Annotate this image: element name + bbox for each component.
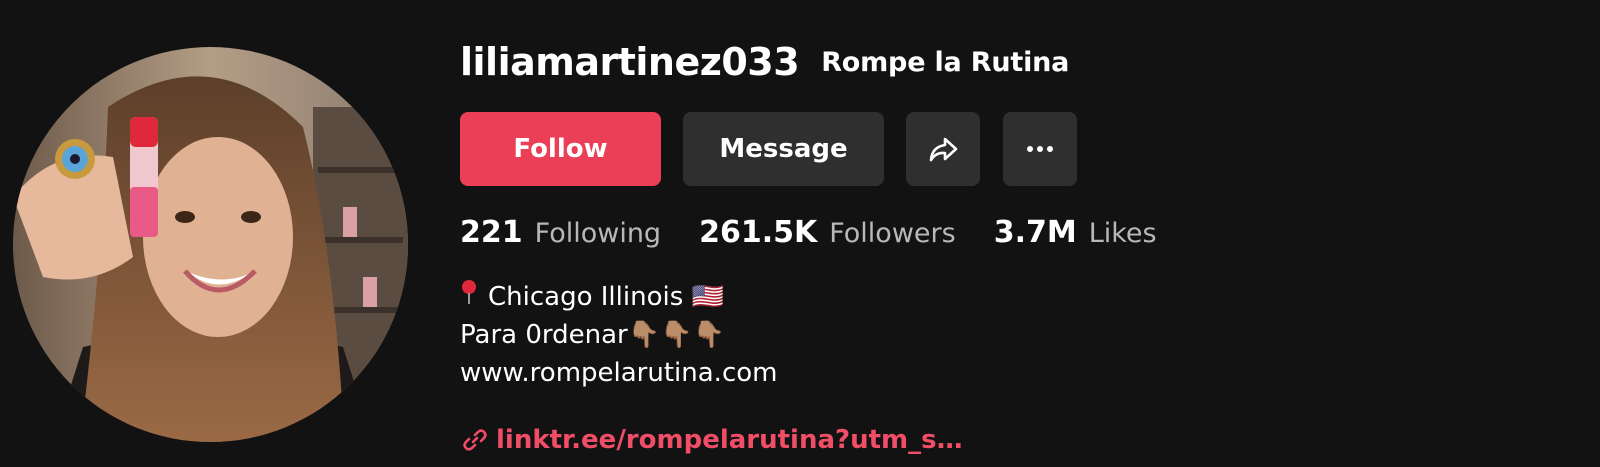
following-label: Following — [534, 217, 662, 249]
bio: Chicago Illinois 🇺🇸 Para 0rdenar👇🏽👇🏽👇🏽 w… — [460, 278, 777, 392]
share-arrow-icon — [929, 137, 958, 162]
followers-stat[interactable]: 261.5K Followers — [699, 215, 956, 250]
followers-count: 261.5K — [699, 214, 818, 250]
following-count: 221 — [460, 214, 523, 250]
bio-location-line: Chicago Illinois 🇺🇸 — [460, 278, 777, 316]
bio-line-1: Chicago Illinois 🇺🇸 — [488, 282, 724, 312]
bio-line-2: Para 0rdenar👇🏽👇🏽👇🏽 — [460, 320, 725, 350]
profile-link-text: linktr.ee/rompelarutina?utm_s… — [496, 425, 963, 455]
name-row: liliamartinez033 Rompe la Rutina — [460, 36, 1069, 88]
username: liliamartinez033 — [460, 40, 800, 84]
more-dots-icon — [1027, 146, 1053, 152]
avatar-image — [13, 47, 408, 442]
avatar[interactable] — [13, 47, 408, 442]
likes-label: Likes — [1088, 217, 1157, 249]
message-button[interactable]: Message — [683, 112, 884, 186]
follow-button[interactable]: Follow — [460, 112, 661, 186]
bio-line-3: www.rompelarutina.com — [460, 358, 778, 388]
followers-label: Followers — [829, 217, 956, 249]
share-button[interactable] — [906, 112, 980, 186]
link-icon — [463, 429, 487, 451]
following-stat[interactable]: 221 Following — [460, 215, 661, 250]
pin-icon — [460, 278, 478, 316]
more-button[interactable] — [1003, 112, 1077, 186]
profile-link[interactable]: linktr.ee/rompelarutina?utm_s… — [462, 420, 963, 460]
likes-stat: 3.7M Likes — [994, 215, 1157, 250]
profile-header: liliamartinez033 Rompe la Rutina Follow … — [0, 0, 1600, 467]
nickname: Rompe la Rutina — [821, 46, 1070, 78]
stats-row: 221 Following 261.5K Followers 3.7M Like… — [460, 210, 1195, 254]
likes-count: 3.7M — [993, 214, 1077, 250]
